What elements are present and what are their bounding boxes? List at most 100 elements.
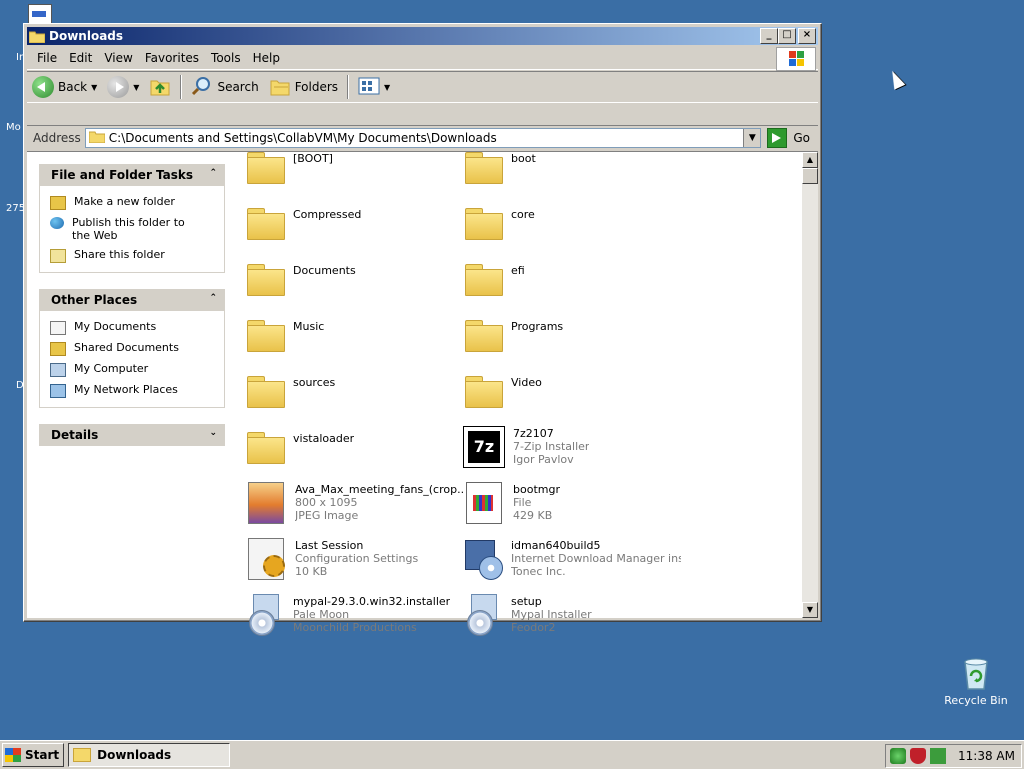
file-item[interactable]: mypal-29.3.0.win32.installer Pale Moon Moo… — [245, 594, 463, 636]
file-detail: Tonec Inc. — [511, 565, 566, 578]
views-icon — [358, 76, 380, 99]
title-bar[interactable]: Downloads _ □ × — [27, 27, 818, 45]
views-button[interactable]: ▼ — [353, 73, 395, 101]
file-item[interactable]: bootmgr File 429 KB — [463, 482, 681, 524]
folder-icon — [245, 370, 285, 410]
menu-tools[interactable]: Tools — [205, 51, 247, 65]
folder-icon — [463, 202, 503, 242]
scroll-up-button[interactable]: ▲ — [802, 152, 818, 168]
taskbar-window-button[interactable]: Downloads — [68, 743, 231, 767]
my-documents-icon — [50, 321, 66, 335]
search-button[interactable]: Search — [186, 73, 263, 101]
expand-icon[interactable]: ⌄ — [209, 428, 217, 438]
folder-icon — [463, 146, 503, 186]
start-button[interactable]: Start — [2, 743, 65, 767]
address-input[interactable]: C:\Documents and Settings\CollabVM\My Do… — [84, 128, 762, 148]
recycle-bin-label: Recycle Bin — [944, 694, 1008, 707]
up-folder-button[interactable] — [144, 73, 176, 101]
file-item[interactable]: [BOOT] — [245, 146, 463, 186]
chevron-down-icon: ▼ — [91, 82, 98, 92]
file-name: Video — [511, 376, 542, 389]
folder-icon — [88, 130, 106, 146]
menu-help[interactable]: Help — [247, 51, 286, 65]
config-file-icon — [248, 538, 285, 580]
installer-icon — [463, 594, 503, 636]
file-item[interactable]: sources — [245, 370, 463, 410]
shared-documents-icon — [50, 342, 66, 356]
share-folder-link[interactable]: Share this folder — [40, 245, 224, 266]
address-dropdown-button[interactable]: ▼ — [743, 129, 761, 147]
back-button[interactable]: Back ▼ — [27, 73, 102, 101]
download-tray-icon[interactable] — [930, 748, 947, 764]
folders-button[interactable]: Folders — [264, 73, 343, 101]
go-arrow-icon — [767, 128, 788, 148]
desktop-label: Ir — [16, 52, 24, 63]
file-item[interactable]: Music — [245, 314, 463, 354]
panel-header[interactable]: Other Places ⌃ — [39, 289, 225, 311]
file-item[interactable]: Ava_Max_meeting_fans_(crop... 800 x 1095 J… — [245, 482, 463, 524]
file-item[interactable]: efi — [463, 258, 681, 298]
windows-logo-icon — [776, 47, 816, 71]
collapse-icon[interactable]: ⌃ — [209, 168, 217, 178]
go-button[interactable]: Go — [767, 128, 810, 148]
file-item[interactable]: Video — [463, 370, 681, 410]
folder-icon — [73, 748, 92, 762]
file-item[interactable]: 7z 7z2107 7-Zip Installer Igor Pavlov — [463, 426, 681, 468]
my-network-places-link[interactable]: My Network Places — [40, 380, 224, 401]
file-list: [BOOT] boot Compressed core Documents efi Musi… — [235, 152, 802, 636]
collapse-icon[interactable]: ⌃ — [209, 293, 217, 303]
minimize-button[interactable]: _ — [760, 28, 778, 44]
chevron-down-icon: ▼ — [384, 82, 391, 92]
scroll-down-button[interactable]: ▼ — [802, 602, 818, 618]
forward-arrow-icon — [107, 76, 130, 98]
file-name: vistaloader — [293, 432, 355, 445]
close-button[interactable]: × — [798, 28, 816, 44]
file-item[interactable]: Documents — [245, 258, 463, 298]
menu-file[interactable]: File — [27, 51, 63, 65]
file-name: setup — [511, 595, 542, 608]
shared-documents-link[interactable]: Shared Documents — [40, 338, 224, 359]
file-item[interactable]: core — [463, 202, 681, 242]
my-computer-link[interactable]: My Computer — [40, 359, 224, 380]
file-item[interactable]: Last Session Configuration Settings 10 KB — [245, 538, 463, 580]
toolbar-separator — [180, 75, 183, 99]
file-name: boot — [511, 152, 536, 165]
file-item[interactable]: idman640build5 Internet Download Manager … — [463, 538, 681, 580]
scroll-thumb[interactable] — [802, 168, 818, 184]
file-item[interactable]: Compressed — [245, 202, 463, 242]
network-places-icon — [50, 384, 66, 398]
make-new-folder-link[interactable]: Make a new folder — [40, 192, 224, 213]
file-item[interactable]: vistaloader — [245, 426, 463, 466]
installer-icon — [245, 594, 285, 636]
clock[interactable]: 11:38 AM — [958, 749, 1015, 763]
panel-header[interactable]: File and Folder Tasks ⌃ — [39, 164, 225, 186]
menu-view[interactable]: View — [98, 51, 138, 65]
file-detail: 10 KB — [295, 565, 328, 578]
back-arrow-icon — [32, 76, 54, 98]
file-name: Last Session — [295, 539, 364, 552]
address-value: C:\Documents and Settings\CollabVM\My Do… — [108, 131, 497, 145]
file-detail: Feodor2 — [511, 621, 556, 634]
desktop-label: Mo — [6, 122, 21, 133]
my-documents-link[interactable]: My Documents — [40, 317, 224, 338]
forward-button[interactable]: ▼ — [102, 73, 144, 101]
menu-edit[interactable]: Edit — [63, 51, 98, 65]
network-tray-icon[interactable] — [890, 748, 907, 764]
file-item[interactable]: boot — [463, 146, 681, 186]
vertical-scrollbar[interactable]: ▲ ▼ — [802, 152, 818, 618]
details-panel: Details ⌄ — [39, 424, 225, 446]
file-item[interactable]: setup Mypal Installer Feodor2 — [463, 594, 681, 636]
panel-header[interactable]: Details ⌄ — [39, 424, 225, 446]
recycle-bin-icon — [960, 656, 992, 690]
menu-favorites[interactable]: Favorites — [139, 51, 205, 65]
publish-folder-link[interactable]: Publish this folder to the Web — [40, 213, 224, 245]
file-item[interactable]: Programs — [463, 314, 681, 354]
folder-icon — [245, 202, 285, 242]
maximize-button[interactable]: □ — [778, 28, 796, 44]
file-name: core — [511, 208, 535, 221]
file-folder-tasks-panel: File and Folder Tasks ⌃ Make a new folde… — [39, 164, 225, 273]
security-tray-icon[interactable] — [910, 748, 927, 764]
file-detail: File — [513, 496, 532, 509]
recycle-bin[interactable]: Recycle Bin — [940, 656, 1012, 707]
file-detail: JPEG Image — [295, 509, 359, 522]
